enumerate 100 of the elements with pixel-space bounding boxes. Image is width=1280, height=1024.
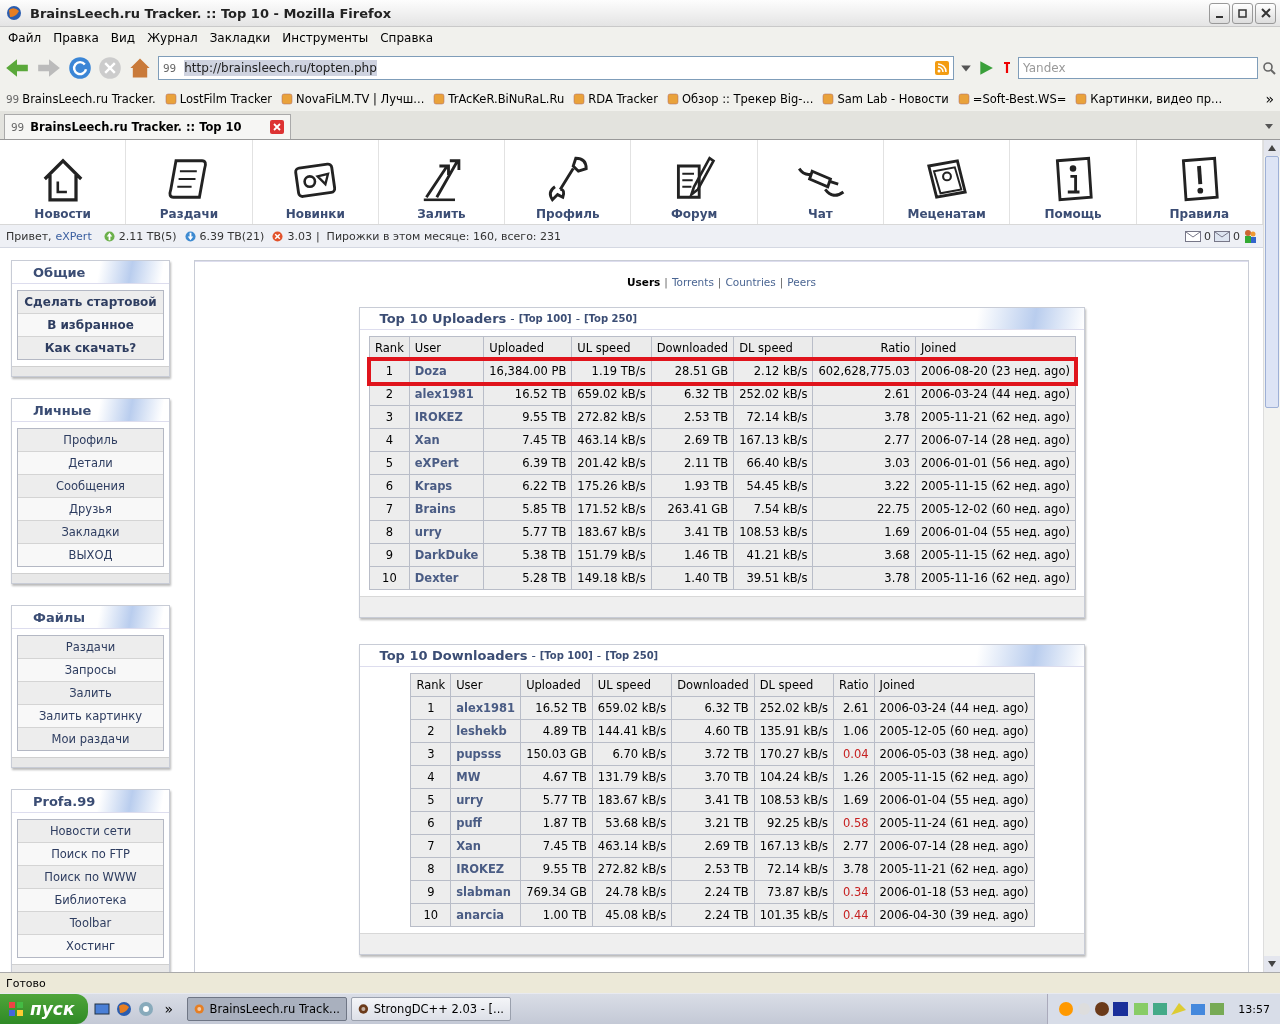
sidebar-link[interactable]: Мои раздачи [18, 728, 163, 750]
separator-text: | [779, 276, 784, 288]
nav-link[interactable]: Чат [757, 140, 885, 224]
address-field[interactable]: 99 http://brainsleech.ru/topten.php [158, 56, 954, 80]
sidebar-link[interactable]: Друзья [18, 498, 163, 521]
menu-item[interactable]: Журнал [141, 31, 204, 45]
sidebar-link[interactable]: Залить картинку [18, 705, 163, 728]
nav-link[interactable]: Раздачи [126, 140, 253, 224]
nav-link[interactable]: Профиль [505, 140, 632, 224]
nav-link[interactable]: Залить [378, 140, 506, 224]
menu-item[interactable]: Правка [47, 31, 105, 45]
taskbar-button[interactable]: BrainsLeech.ru Track... [187, 997, 348, 1021]
top-link[interactable]: [Top 100] [518, 313, 572, 324]
menu-item[interactable]: Инструменты [276, 31, 375, 45]
nav-link[interactable]: Форум [631, 140, 758, 224]
user-link[interactable]: eXPert [55, 229, 92, 243]
table-cell: 9 [369, 543, 410, 567]
nav-link[interactable]: Правила [1136, 140, 1263, 224]
taskbar-button[interactable]: StrongDC++ 2.03 - [... [351, 997, 512, 1021]
sidebar-link[interactable]: Детали [18, 452, 163, 475]
table-cell: 10 [369, 566, 410, 590]
table-cell: 2005-11-21 (62 нед. ago) [874, 857, 1035, 881]
ratio-text: 3.03 [287, 229, 312, 243]
bookmark[interactable]: Картинки, видео пр... [1075, 92, 1223, 106]
table-cell: 2005-12-02 (60 нед. ago) [915, 497, 1076, 521]
table-cell: 8 [369, 520, 410, 544]
table-cell: 2005-11-21 (62 нед. ago) [915, 405, 1076, 429]
stats-tab[interactable]: Torrents [671, 276, 714, 288]
sidebar-link[interactable]: Поиск по FTP [18, 843, 163, 866]
stats-tab[interactable]: Countries [725, 276, 776, 288]
table-cell: 2005-11-16 (62 нед. ago) [915, 566, 1076, 590]
panel-title: Личные [33, 402, 92, 418]
column-header: User [450, 673, 521, 697]
table-title: Top 10 Uploaders [379, 311, 507, 326]
sidebar-link[interactable]: Как скачать? [18, 337, 163, 359]
bookmark[interactable]: Sam Lab - Новости [822, 92, 949, 106]
table-cell: 3 [410, 742, 451, 766]
sidebar-link[interactable]: ВЫХОД [18, 544, 163, 566]
more-bookmarks-button[interactable]: » [1265, 91, 1274, 107]
menu-item[interactable]: Файл [2, 31, 48, 45]
bookmark[interactable]: RDA Tracker [573, 92, 658, 106]
table-cell: 2005-11-15 (62 нед. ago) [915, 543, 1076, 567]
table-cell: 2006-01-04 (55 нед. ago) [915, 520, 1076, 544]
table-cell: 4 [369, 428, 410, 452]
bookmark[interactable]: LostFilm Tracker [164, 92, 273, 106]
sidebar-link[interactable]: Хостинг [18, 935, 163, 957]
sidebar-link[interactable]: Toolbar [18, 912, 163, 935]
start-button[interactable]: пуск [0, 994, 89, 1024]
table-cell: 6 [369, 474, 410, 498]
separator-text: | [717, 276, 722, 288]
sidebar-link[interactable]: Библиотека [18, 889, 163, 912]
table-cell: 10 [410, 903, 451, 927]
sidebar-link[interactable]: Сделать стартовой [18, 291, 163, 314]
sidebar-link[interactable]: Раздачи [18, 636, 163, 659]
sidebar-link[interactable]: Профиль [18, 429, 163, 452]
search-field[interactable]: Yandex [1018, 57, 1258, 79]
table-cell: 2006-07-14 (28 нед. ago) [874, 834, 1035, 858]
bookmark[interactable]: NovaFiLM.TV | Лучш... [281, 92, 425, 106]
menu-item[interactable]: Закладки [203, 31, 277, 45]
sidebar-link[interactable]: Новости сети [18, 820, 163, 843]
top-link[interactable]: [Top 250] [584, 313, 638, 324]
sidebar-link[interactable]: Поиск по WWW [18, 866, 163, 889]
nav-link[interactable]: Помощь [1010, 140, 1137, 224]
table-cell: 3 [369, 405, 410, 429]
table-cell: 2006-01-04 (55 нед. ago) [874, 788, 1035, 812]
bookmark[interactable]: Обзор :: Трекер Big-... [666, 92, 814, 106]
more-button[interactable]: » [164, 1001, 174, 1017]
table-cell: 2006-01-18 (53 нед. ago) [874, 880, 1035, 904]
downloaded-text: 6.39 TB(21) [199, 229, 265, 243]
panel-title: Profa.99 [33, 793, 96, 809]
nav-link[interactable]: Меценатам [884, 140, 1011, 224]
table-cell: 602,628,775.03 [813, 359, 916, 383]
stats-tab[interactable]: Peers [787, 276, 816, 288]
bookmark[interactable]: =Soft-Best.WS= [957, 92, 1067, 106]
menu-item[interactable]: Справка [374, 31, 440, 45]
separator-text: - [575, 311, 581, 326]
sidebar-link[interactable]: Сообщения [18, 475, 163, 498]
column-header: DL speed [754, 673, 834, 697]
top-link[interactable]: [Top 250] [605, 650, 659, 661]
sidebar-link[interactable]: Запросы [18, 659, 163, 682]
nav-link[interactable]: Новинки [252, 140, 379, 224]
stats-tab[interactable]: Users [627, 276, 661, 288]
top-link[interactable]: [Top 100] [539, 650, 593, 661]
table-cell: 1 [369, 359, 410, 383]
sidebar-link[interactable]: Закладки [18, 521, 163, 544]
menu-item[interactable]: Вид [104, 31, 142, 45]
bookmark[interactable]: TrAcKeR.BiNuRaL.Ru [433, 92, 565, 106]
bookmark[interactable]: 99 BrainsLeech.ru Tracker. [6, 92, 156, 106]
column-header: Ratio [833, 673, 875, 697]
nav-link[interactable]: Новости [0, 140, 127, 224]
table-cell: 5 [410, 788, 451, 812]
table-cell: 28.51 GB [651, 359, 734, 383]
table-cell: 7 [369, 497, 410, 521]
browser-tab[interactable]: 99 BrainsLeech.ru Tracker. :: Top 10 [4, 114, 291, 139]
sidebar-link[interactable]: Залить [18, 682, 163, 705]
sidebar-link[interactable]: В избранное [18, 314, 163, 337]
table-cell: 1 [410, 696, 451, 720]
user-link[interactable]: Doza [409, 359, 484, 383]
column-header: Uploaded [520, 673, 593, 697]
table-cell: 2006-01-01 (56 нед. ago) [915, 451, 1076, 475]
